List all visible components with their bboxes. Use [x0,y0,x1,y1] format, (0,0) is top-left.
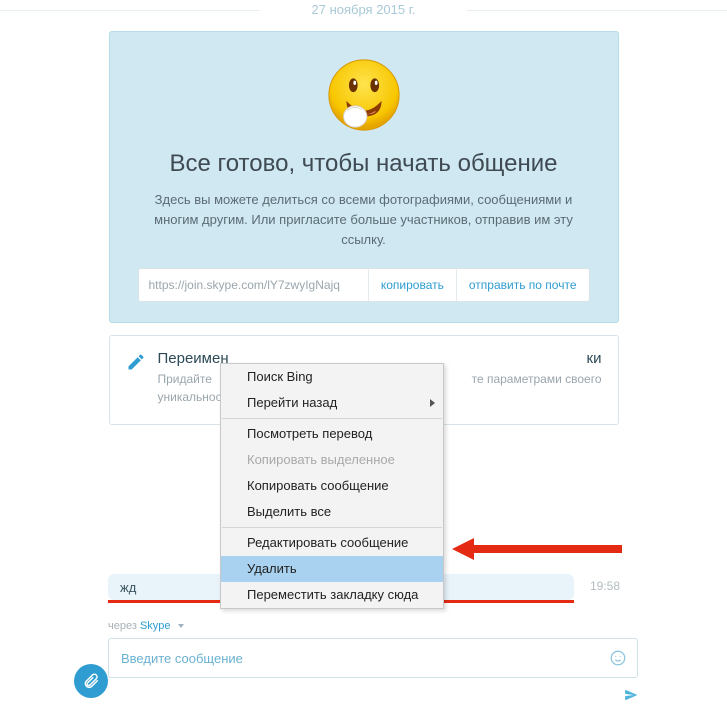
message-input[interactable] [121,651,599,666]
message-text: жд [120,580,136,595]
welcome-title: Все готово, чтобы начать общение [138,150,590,178]
context-menu: Поиск Bing Перейти назад Посмотреть пере… [220,363,444,609]
invite-link-input[interactable] [139,269,368,301]
send-mail-button[interactable]: отправить по почте [456,269,589,301]
copy-link-button[interactable]: копировать [368,269,456,301]
date-text: 27 ноября 2015 г. [312,2,416,17]
menu-separator [222,418,442,419]
menu-item-edit-message[interactable]: Редактировать сообщение [221,530,443,556]
menu-item-go-back[interactable]: Перейти назад [221,390,443,416]
menu-item-copy-selection: Копировать выделенное [221,447,443,473]
message-input-box [108,638,638,678]
chevron-down-icon [178,624,184,628]
menu-item-view-translation[interactable]: Посмотреть перевод [221,421,443,447]
invite-link-bar: копировать отправить по почте [138,268,590,302]
annotation-arrow [452,535,622,563]
via-brand: Skype [140,620,171,632]
pencil-icon [126,352,146,372]
welcome-body: Здесь вы можете делиться со всеми фотогр… [138,190,590,250]
emoji-picker-icon[interactable] [609,649,627,667]
composer-area [108,638,638,678]
smiley-emoji [325,56,403,134]
send-icon[interactable] [622,688,640,707]
menu-item-delete[interactable]: Удалить [221,556,443,582]
via-line[interactable]: через Skype [108,620,184,632]
menu-item-select-all[interactable]: Выделить все [221,499,443,525]
date-header: 27 ноября 2015 г. [0,0,727,17]
attach-button[interactable] [74,664,108,698]
menu-item-move-bookmark[interactable]: Переместить закладку сюда [221,582,443,608]
menu-separator [222,527,442,528]
menu-item-copy-message[interactable]: Копировать сообщение [221,473,443,499]
via-prefix: через [108,620,140,632]
message-time: 19:58 [590,579,620,593]
welcome-card: Все готово, чтобы начать общение Здесь в… [109,31,619,323]
menu-item-bing-search[interactable]: Поиск Bing [221,364,443,390]
